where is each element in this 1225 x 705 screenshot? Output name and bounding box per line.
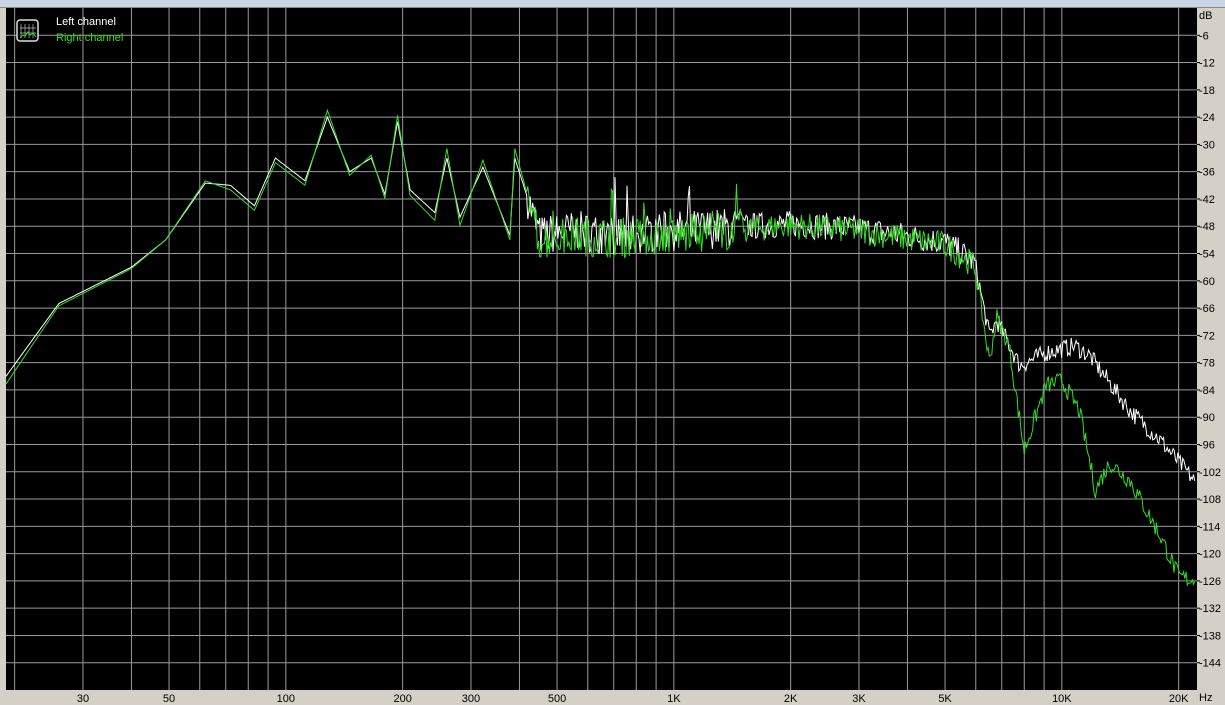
y-tick-label: -60 [1199, 276, 1215, 288]
x-tick-label: 5K [938, 693, 952, 705]
y-tick-label: -30 [1199, 139, 1215, 151]
spectrum-chart: -6 -12 -18 -24 -30 -36 -42 -48 -54 -60 -66 -72 -78 -8… [5, 8, 1221, 705]
y-tick-label: -84 [1199, 385, 1215, 397]
x-tick-label: 10K [1052, 693, 1072, 705]
x-tick-label: 100 [277, 693, 295, 705]
x-axis-label: Hz [1199, 692, 1212, 704]
x-tick-label: 300 [462, 693, 480, 705]
y-tick-label: -138 [1199, 630, 1221, 642]
y-tick-label: -126 [1199, 576, 1221, 588]
y-tick-label: -54 [1199, 249, 1215, 261]
plot-area [6, 8, 1197, 690]
x-tick-label: 2K [784, 693, 798, 705]
y-tick-label: -132 [1199, 603, 1221, 615]
x-tick-label: 3K [852, 693, 866, 705]
x-tick-label: 30 [77, 693, 89, 705]
x-tick-label: 20K [1169, 693, 1189, 705]
y-tick-label: -102 [1199, 467, 1221, 479]
y-axis-label: dB [1199, 10, 1212, 22]
y-tick-label: -78 [1199, 358, 1215, 370]
y-tick-label: -42 [1199, 194, 1215, 206]
x-tick-label: 200 [393, 693, 411, 705]
y-tick-label: -90 [1199, 412, 1215, 424]
y-tick-label: -12 [1199, 58, 1215, 70]
y-tick-label: -144 [1199, 658, 1221, 670]
y-tick-label: -48 [1199, 221, 1215, 233]
y-tick-label: -72 [1199, 330, 1215, 342]
y-tick-label: -36 [1199, 167, 1215, 179]
y-tick-label: -6 [1199, 30, 1209, 42]
y-tick-label: -108 [1199, 494, 1221, 506]
legend-left-channel: Left channel [56, 16, 116, 28]
y-tick-label: -114 [1199, 521, 1220, 533]
x-tick-label: 1K [667, 693, 681, 705]
y-tick-label: -24 [1199, 112, 1215, 124]
y-tick-label: -18 [1199, 85, 1215, 97]
spectrum-icon[interactable] [16, 19, 39, 42]
spectrum-analyzer: -6 -12 -18 -24 -30 -36 -42 -48 -54 -60 -66 -72 -78 -8… [0, 0, 1225, 705]
y-axis: -6 -12 -18 -24 -30 -36 -42 -48 -54 -60 -66 -72 -78 -8… [1197, 30, 1221, 670]
legend-right-channel: Right channel [56, 32, 123, 44]
y-tick-label: -96 [1199, 439, 1215, 451]
y-tick-label: -66 [1199, 303, 1215, 315]
y-tick-label: -120 [1199, 549, 1221, 561]
x-tick-label: 500 [548, 693, 566, 705]
x-tick-label: 50 [163, 693, 175, 705]
x-axis: 30 50 100 200 300 500 1K 2K 3K 5K 10K 20K [77, 693, 1189, 705]
